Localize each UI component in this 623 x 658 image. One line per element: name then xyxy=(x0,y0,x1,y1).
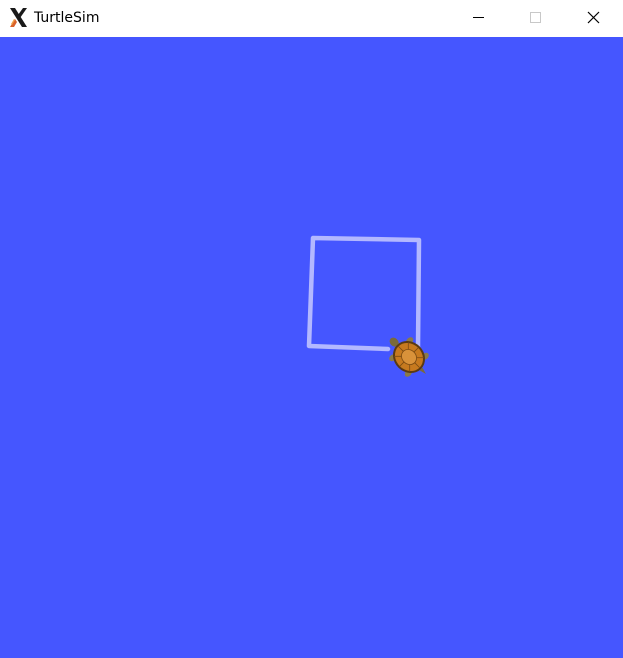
turtlesim-window: TurtleSim xyxy=(0,0,623,658)
turtle-icon xyxy=(389,337,429,377)
title-bar[interactable]: TurtleSim xyxy=(0,0,623,37)
close-button[interactable] xyxy=(570,0,616,37)
minimize-button[interactable] xyxy=(455,0,501,37)
close-icon xyxy=(587,11,600,24)
pen-trail xyxy=(306,235,422,352)
x-logo-icon xyxy=(8,7,29,28)
turtle-canvas xyxy=(0,37,623,658)
maximize-icon xyxy=(530,12,541,23)
window-title: TurtleSim xyxy=(34,10,100,26)
minimize-icon xyxy=(473,17,484,18)
maximize-button[interactable] xyxy=(512,0,558,37)
